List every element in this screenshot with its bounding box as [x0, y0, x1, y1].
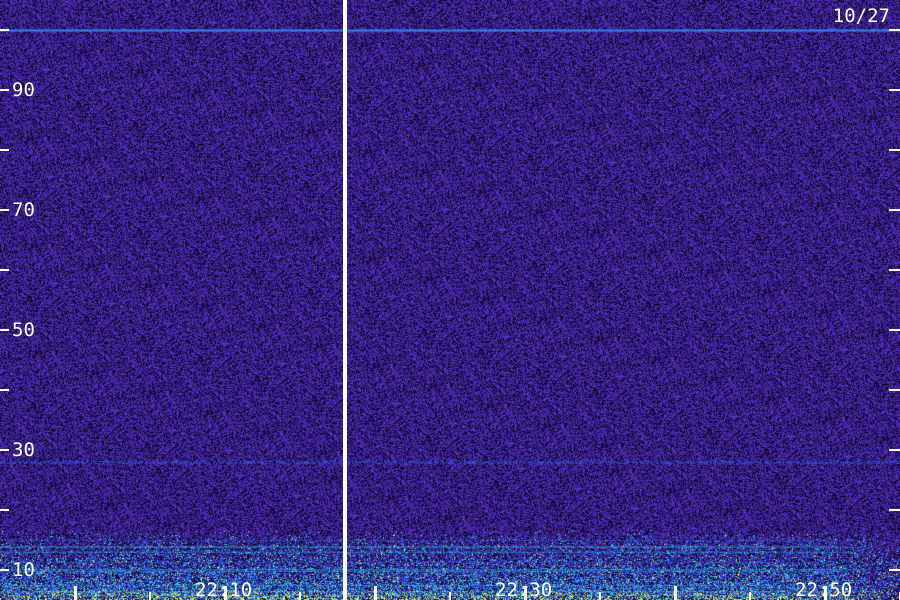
date-label: 10/27 [832, 5, 890, 27]
y-tick-left [0, 209, 9, 211]
y-tick-left [0, 29, 9, 31]
x-tick-minor [449, 592, 451, 600]
y-tick-right [889, 509, 900, 511]
spectrogram-view: 10/27 90 70 50 30 10 22:10 22:30 22:50 [0, 0, 900, 600]
y-tick-right [889, 209, 900, 211]
x-tick-major [74, 586, 77, 600]
y-tick-label: 90 [12, 79, 35, 101]
x-tick-minor [749, 592, 751, 600]
y-tick-right [889, 89, 900, 91]
x-tick-label: 22:10 [195, 579, 253, 600]
y-tick-right [889, 569, 900, 571]
y-tick-right [889, 449, 900, 451]
x-tick-label: 22:50 [795, 579, 853, 600]
y-tick-left [0, 329, 9, 331]
x-tick-minor [599, 592, 601, 600]
y-tick-right [889, 29, 900, 31]
y-tick-left [0, 509, 9, 511]
x-tick-label: 22:30 [495, 579, 553, 600]
y-tick-label: 70 [12, 199, 35, 221]
spectrogram-canvas [0, 0, 900, 600]
y-tick-left [0, 269, 9, 271]
y-tick-right [889, 329, 900, 331]
y-tick-label: 50 [12, 319, 35, 341]
y-tick-label: 10 [12, 559, 35, 581]
time-cursor-line[interactable] [343, 0, 347, 600]
x-tick-major [374, 586, 377, 600]
y-tick-left [0, 569, 9, 571]
y-tick-right [889, 269, 900, 271]
y-tick-left [0, 149, 9, 151]
x-tick-minor [149, 592, 151, 600]
y-tick-right [889, 149, 900, 151]
y-tick-left [0, 449, 9, 451]
y-tick-left [0, 89, 9, 91]
x-tick-major [674, 586, 677, 600]
y-tick-label: 30 [12, 439, 35, 461]
y-tick-right [889, 389, 900, 391]
y-tick-left [0, 389, 9, 391]
x-tick-minor [299, 592, 301, 600]
